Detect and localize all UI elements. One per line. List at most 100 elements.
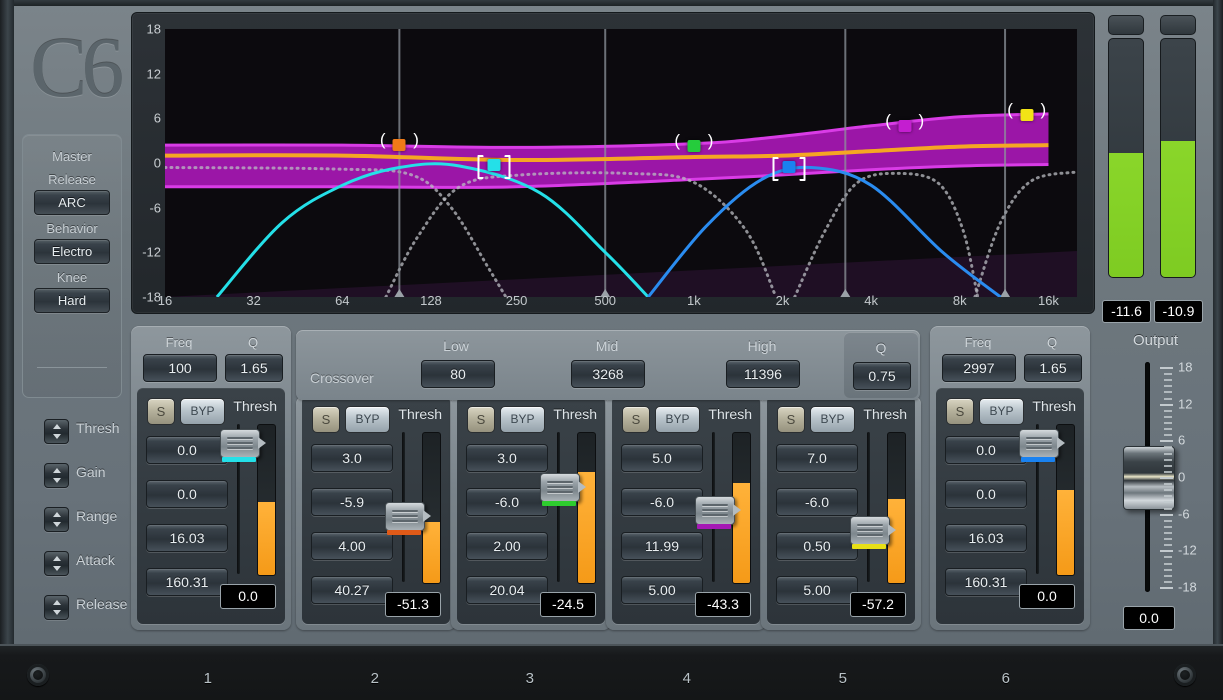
band-6-gain-field[interactable]: 0.0 bbox=[945, 436, 1027, 464]
band-1-thresh-knob[interactable] bbox=[220, 429, 260, 458]
band-2-release-field[interactable]: 40.27 bbox=[311, 576, 393, 604]
band-2-range-field[interactable]: -5.9 bbox=[311, 488, 393, 516]
band-1-marker[interactable] bbox=[393, 139, 406, 151]
band-2-attack-field[interactable]: 4.00 bbox=[311, 532, 393, 560]
spinner-icon[interactable] bbox=[44, 551, 69, 576]
band-5-range-field[interactable]: -6.0 bbox=[776, 488, 858, 516]
band-1-gain-field[interactable]: 0.0 bbox=[146, 436, 228, 464]
band-number-3[interactable]: 3 bbox=[526, 670, 535, 687]
param-row-attack[interactable]: Attack bbox=[22, 544, 128, 588]
param-row-thresh[interactable]: Thresh bbox=[22, 412, 128, 456]
band-4-gain-field[interactable]: 5.0 bbox=[621, 444, 703, 472]
band-6-freq-field[interactable]: 2997 bbox=[942, 354, 1016, 382]
marker-handle-icon[interactable] bbox=[687, 140, 700, 152]
band-6-release-field[interactable]: 160.31 bbox=[945, 568, 1027, 596]
band-1-bypass-button[interactable]: BYP bbox=[180, 398, 225, 425]
master-release-button[interactable]: ARC bbox=[34, 190, 110, 215]
spinner-icon[interactable] bbox=[44, 419, 69, 444]
band-number-2[interactable]: 2 bbox=[371, 670, 380, 687]
band-1-freq-field[interactable]: 100 bbox=[143, 354, 217, 382]
marker-handle-icon[interactable] bbox=[782, 161, 795, 173]
band-3-solo-button[interactable]: S bbox=[467, 406, 495, 433]
output-meter-left-readout[interactable]: -11.6 bbox=[1102, 300, 1151, 323]
output-meter-right-readout[interactable]: -10.9 bbox=[1154, 300, 1203, 323]
band-3-thresh-readout[interactable]: -24.5 bbox=[540, 592, 596, 617]
band-5-thresh-knob[interactable] bbox=[850, 516, 890, 545]
behavior-button[interactable]: Electro bbox=[34, 239, 110, 264]
spinner-icon[interactable] bbox=[44, 595, 69, 620]
band-3-thresh-knob[interactable] bbox=[540, 473, 580, 502]
band-6-thresh-readout[interactable]: 0.0 bbox=[1019, 584, 1075, 609]
spinner-icon[interactable] bbox=[44, 507, 69, 532]
band-number-4[interactable]: 4 bbox=[683, 670, 692, 687]
band-4-solo-button[interactable]: S bbox=[622, 406, 650, 433]
crossover-mid-field[interactable]: 3268 bbox=[571, 360, 645, 388]
band-1-q-field[interactable]: 1.65 bbox=[225, 354, 283, 382]
band-6-attack-field[interactable]: 16.03 bbox=[945, 524, 1027, 552]
marker-handle-icon[interactable] bbox=[898, 120, 911, 132]
band-2-solo-button[interactable]: S bbox=[312, 406, 340, 433]
knee-button[interactable]: Hard bbox=[34, 288, 110, 313]
band-6-thresh-knob[interactable] bbox=[1019, 429, 1059, 458]
band-4-thresh-knob[interactable] bbox=[695, 496, 735, 525]
band-1-solo-button[interactable]: S bbox=[147, 398, 175, 425]
band-number-1[interactable]: 1 bbox=[204, 670, 213, 687]
clip-led-right[interactable] bbox=[1160, 15, 1196, 35]
graph-y-tick: -12 bbox=[142, 245, 161, 260]
band-number-6[interactable]: 6 bbox=[1002, 670, 1011, 687]
band-3-gain-field[interactable]: 3.0 bbox=[466, 444, 548, 472]
output-fader-readout[interactable]: 0.0 bbox=[1123, 606, 1175, 630]
band-1-range-field[interactable]: 0.0 bbox=[146, 480, 228, 508]
band-3-marker[interactable] bbox=[687, 140, 700, 152]
band-3-range-field[interactable]: -6.0 bbox=[466, 488, 548, 516]
band-4-bypass-button[interactable]: BYP bbox=[655, 406, 700, 433]
band-5-bypass-button[interactable]: BYP bbox=[810, 406, 855, 433]
band-3-release-field[interactable]: 20.04 bbox=[466, 576, 548, 604]
param-row-gain[interactable]: Gain bbox=[22, 456, 128, 500]
band-2-thresh-readout[interactable]: -51.3 bbox=[385, 592, 441, 617]
band-1-release-field[interactable]: 160.31 bbox=[146, 568, 228, 596]
band-4-attack-field[interactable]: 11.99 bbox=[621, 532, 703, 560]
band-2-thresh-knob[interactable] bbox=[385, 502, 425, 531]
clip-led-left[interactable] bbox=[1108, 15, 1144, 35]
band-5-release-field[interactable]: 5.00 bbox=[776, 576, 858, 604]
band-4-range-field[interactable]: -6.0 bbox=[621, 488, 703, 516]
band-2-marker[interactable] bbox=[488, 159, 501, 171]
marker-handle-icon[interactable] bbox=[393, 139, 406, 151]
band-5-marker[interactable] bbox=[898, 120, 911, 132]
band-4-marker[interactable] bbox=[782, 161, 795, 173]
band-5-attack-field[interactable]: 0.50 bbox=[776, 532, 858, 560]
band-5-thresh-slider-track[interactable] bbox=[867, 432, 870, 582]
knob-pointer-icon bbox=[1057, 437, 1065, 449]
crossover-low-field[interactable]: 80 bbox=[421, 360, 495, 388]
band-5-thresh-readout[interactable]: -57.2 bbox=[850, 592, 906, 617]
crossover-high-field[interactable]: 11396 bbox=[726, 360, 800, 388]
param-row-range[interactable]: Range bbox=[22, 500, 128, 544]
band-5-solo-button[interactable]: S bbox=[777, 406, 805, 433]
spinner-icon[interactable] bbox=[44, 463, 69, 488]
band-6-solo-button[interactable]: S bbox=[946, 398, 974, 425]
band-2-gain-field[interactable]: 3.0 bbox=[311, 444, 393, 472]
band-6-bypass-button[interactable]: BYP bbox=[979, 398, 1024, 425]
band-6-range-field[interactable]: 0.0 bbox=[945, 480, 1027, 508]
fader-scale-minor-tick bbox=[1164, 483, 1172, 485]
band-4-release-field[interactable]: 5.00 bbox=[621, 576, 703, 604]
band-1-thresh-readout[interactable]: 0.0 bbox=[220, 584, 276, 609]
band-6-q-field[interactable]: 1.65 bbox=[1024, 354, 1082, 382]
band-4-thresh-readout[interactable]: -43.3 bbox=[695, 592, 751, 617]
band-5-gain-field[interactable]: 7.0 bbox=[776, 444, 858, 472]
band-3-thresh-slider-track[interactable] bbox=[557, 432, 560, 582]
crossover-q-field[interactable]: 0.75 bbox=[853, 362, 911, 390]
param-row-release[interactable]: Release bbox=[22, 588, 128, 632]
graph-x-tick: 8k bbox=[953, 293, 967, 308]
band-6-marker[interactable] bbox=[1020, 109, 1033, 121]
band-2-bypass-button[interactable]: BYP bbox=[345, 406, 390, 433]
frequency-graph[interactable]: 181260-6-12-18 1632641282505001k2k4k8k16… bbox=[131, 12, 1095, 314]
band-3-bypass-button[interactable]: BYP bbox=[500, 406, 545, 433]
band-number-5[interactable]: 5 bbox=[839, 670, 848, 687]
marker-handle-icon[interactable] bbox=[488, 159, 501, 171]
marker-handle-icon[interactable] bbox=[1020, 109, 1033, 121]
band-1-attack-field[interactable]: 16.03 bbox=[146, 524, 228, 552]
band-3-attack-field[interactable]: 2.00 bbox=[466, 532, 548, 560]
graph-plot-area[interactable] bbox=[165, 29, 1077, 297]
